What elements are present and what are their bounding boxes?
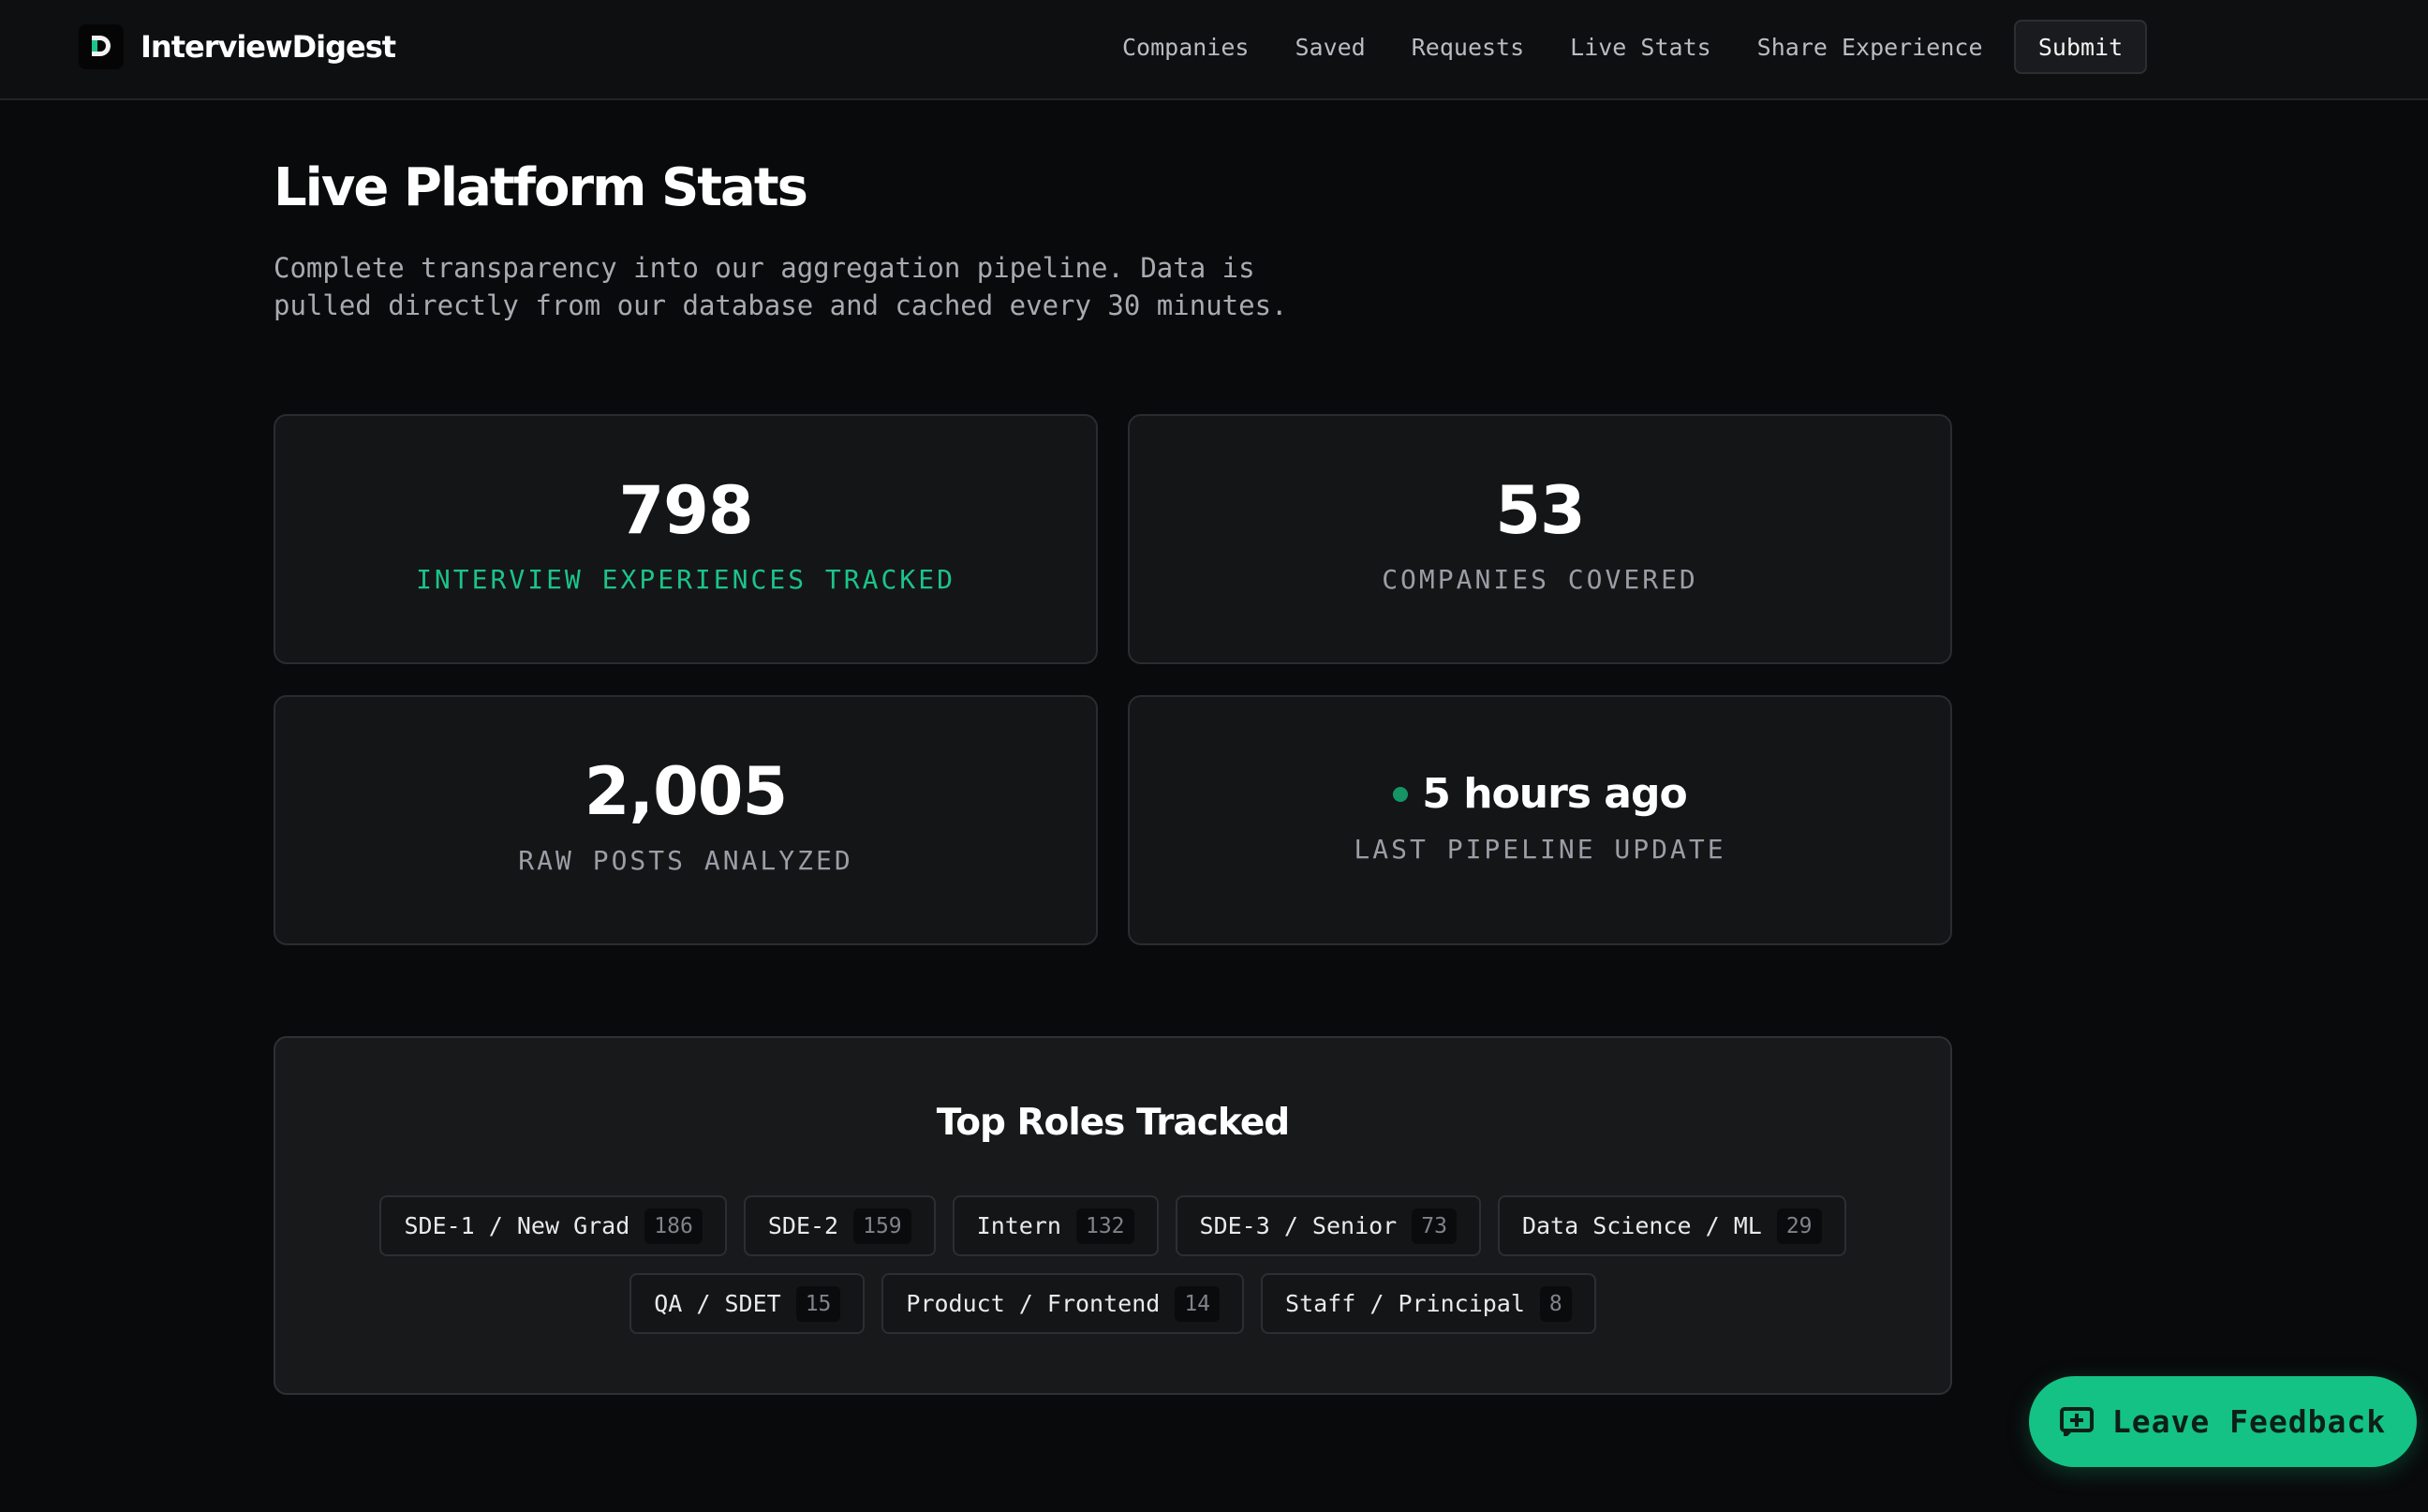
- nav-link-companies[interactable]: Companies: [1122, 34, 1249, 61]
- role-pill[interactable]: Data Science / ML 29: [1497, 1195, 1846, 1256]
- status-dot-icon: [1393, 786, 1409, 802]
- role-label: SDE-2: [767, 1212, 839, 1239]
- page-description: Complete transparency into our aggregati…: [274, 252, 1288, 321]
- role-label: Staff / Principal: [1285, 1290, 1525, 1317]
- role-label: QA / SDET: [654, 1290, 781, 1317]
- stat-card-pipeline-update: 5 hours ago LAST PIPELINE UPDATE: [1128, 695, 1952, 945]
- role-pill[interactable]: Product / Frontend 14: [881, 1273, 1245, 1334]
- role-count-badge: 29: [1776, 1208, 1822, 1244]
- role-pill[interactable]: SDE-2 159: [743, 1195, 936, 1256]
- nav-link-share-experience[interactable]: Share Experience: [1757, 34, 1983, 61]
- role-label: Product / Frontend: [906, 1290, 1161, 1317]
- role-pill[interactable]: Staff / Principal 8: [1261, 1273, 1596, 1334]
- stat-card-companies: 53 COMPANIES COVERED: [1128, 414, 1952, 664]
- stat-label: RAW POSTS ANALYZED: [518, 845, 853, 876]
- roles-title: Top Roles Tracked: [936, 1102, 1290, 1144]
- stat-label: COMPANIES COVERED: [1382, 564, 1698, 595]
- role-label: SDE-1 / New Grad: [404, 1212, 630, 1239]
- message-plus-icon: [2059, 1406, 2094, 1437]
- stat-value: 5 hours ago: [1422, 770, 1687, 818]
- leave-feedback-button[interactable]: Leave Feedback: [2029, 1376, 2417, 1467]
- submit-button[interactable]: Submit: [2014, 20, 2147, 74]
- role-count-badge: 132: [1075, 1208, 1134, 1244]
- stat-card-experiences: 798 INTERVIEW EXPERIENCES TRACKED: [274, 414, 1098, 664]
- roles-list: SDE-1 / New Grad 186 SDE-2 159 Intern 132 SDE-…: [369, 1195, 1857, 1334]
- brand[interactable]: InterviewDigest: [79, 23, 396, 70]
- stat-value: 2,005: [584, 753, 788, 830]
- nav-link-saved[interactable]: Saved: [1295, 34, 1365, 61]
- stat-card-raw-posts: 2,005 RAW POSTS ANALYZED: [274, 695, 1098, 945]
- stat-value: 53: [1495, 472, 1585, 549]
- role-count-badge: 159: [853, 1208, 911, 1244]
- role-pill[interactable]: Intern 132: [952, 1195, 1159, 1256]
- role-count-badge: 186: [644, 1208, 703, 1244]
- stat-label: LAST PIPELINE UPDATE: [1354, 834, 1726, 865]
- role-label: SDE-3 / Senior: [1199, 1212, 1398, 1239]
- status-row: 5 hours ago: [1130, 770, 1950, 818]
- top-nav: InterviewDigest Companies Saved Requests…: [0, 0, 2428, 100]
- stat-label: INTERVIEW EXPERIENCES TRACKED: [416, 564, 955, 595]
- nav-link-live-stats[interactable]: Live Stats: [1570, 34, 1711, 61]
- nav-links: Companies Saved Requests Live Stats Shar…: [1122, 28, 1983, 66]
- role-pill[interactable]: QA / SDET 15: [629, 1273, 866, 1334]
- logo-d-icon: [79, 24, 124, 69]
- role-pill[interactable]: SDE-1 / New Grad 186: [379, 1195, 727, 1256]
- nav-link-requests[interactable]: Requests: [1412, 34, 1524, 61]
- role-count-badge: 14: [1175, 1285, 1221, 1322]
- role-count-badge: 15: [795, 1285, 841, 1322]
- role-pill[interactable]: SDE-3 / Senior 73: [1175, 1195, 1481, 1256]
- page-title: Live Platform Stats: [274, 157, 808, 218]
- role-count-badge: 73: [1412, 1208, 1457, 1244]
- role-label: Intern: [976, 1212, 1061, 1239]
- role-count-badge: 8: [1539, 1285, 1572, 1322]
- role-label: Data Science / ML: [1521, 1212, 1762, 1239]
- feedback-label: Leave Feedback: [2111, 1403, 2387, 1440]
- top-roles-panel: Top Roles Tracked SDE-1 / New Grad 186 SDE…: [274, 1036, 1952, 1395]
- stat-value: 798: [618, 472, 753, 549]
- brand-name: InterviewDigest: [141, 29, 396, 65]
